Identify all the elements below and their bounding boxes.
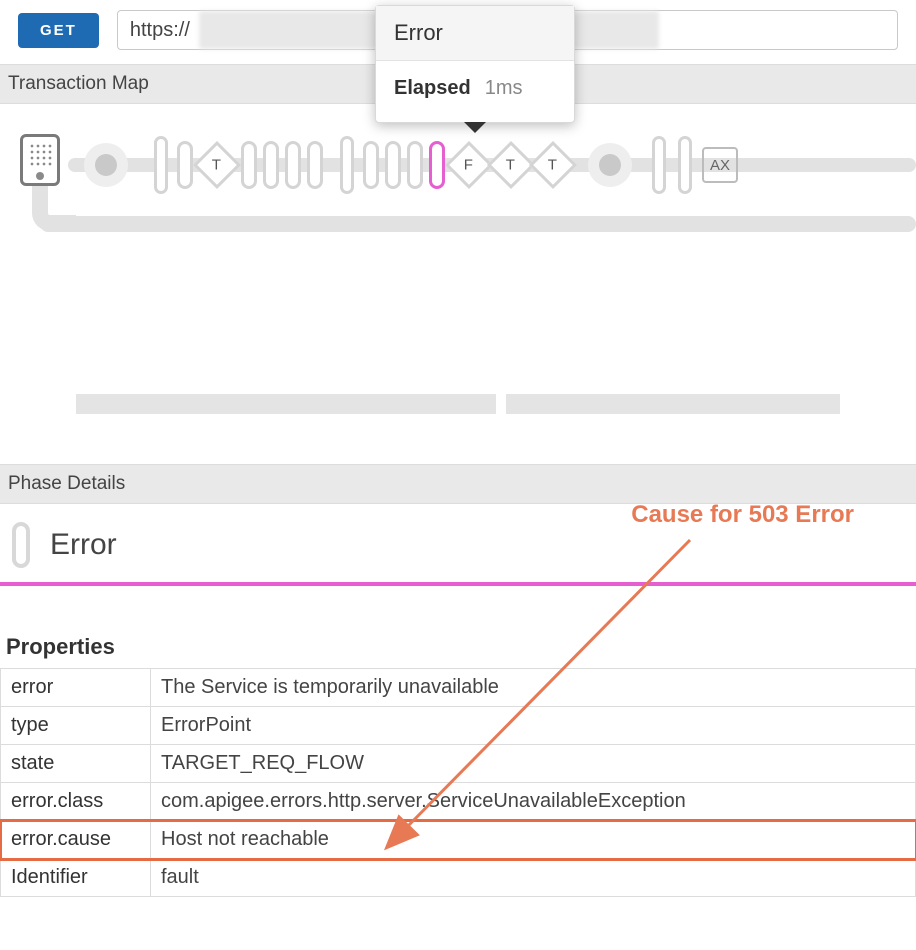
timeline-segment[interactable] [76, 394, 496, 414]
property-key: state [1, 745, 151, 783]
tooltip-title: Error [376, 6, 574, 61]
map-step-pill-selected[interactable] [429, 141, 445, 189]
map-step-diamond[interactable]: T [193, 141, 241, 189]
map-track-lower [40, 216, 916, 232]
client-device-icon [20, 134, 60, 186]
step-tooltip: Error Elapsed 1ms [375, 5, 575, 123]
map-step-square[interactable]: AX [702, 147, 738, 183]
tooltip-elapsed-value: 1ms [485, 77, 523, 100]
property-value: com.apigee.errors.http.server.ServiceUna… [151, 783, 916, 821]
property-key: type [1, 707, 151, 745]
timeline-segment[interactable] [506, 394, 840, 414]
property-key: Identifier [1, 859, 151, 897]
properties-heading: Properties [0, 586, 916, 668]
http-method-badge[interactable]: GET [18, 13, 99, 48]
properties-row: stateTARGET_REQ_FLOW [1, 745, 916, 783]
property-value: The Service is temporarily unavailable [151, 669, 916, 707]
map-step-pill[interactable] [385, 141, 401, 189]
properties-row: typeErrorPoint [1, 707, 916, 745]
properties-row: errorThe Service is temporarily unavaila… [1, 669, 916, 707]
properties-row: error.causeHost not reachable [1, 821, 916, 859]
tooltip-elapsed-label: Elapsed [394, 77, 471, 100]
map-step-pill[interactable] [340, 136, 354, 194]
property-value: TARGET_REQ_FLOW [151, 745, 916, 783]
property-value: Host not reachable [151, 821, 916, 859]
map-step-diamond[interactable]: T [487, 141, 535, 189]
phase-details-header: Phase Details [0, 464, 916, 504]
map-steps-row: T F T T AX [80, 140, 906, 190]
annotation-label: Cause for 503 Error [631, 501, 854, 529]
properties-table: errorThe Service is temporarily unavaila… [0, 668, 916, 897]
phase-title: Error [50, 528, 117, 562]
properties-row: Identifierfault [1, 859, 916, 897]
transaction-map: T F T T AX [0, 104, 916, 354]
property-value: ErrorPoint [151, 707, 916, 745]
map-step-diamond[interactable]: F [445, 141, 493, 189]
phase-pill-icon [12, 522, 30, 568]
map-step-pill[interactable] [363, 141, 379, 189]
phase-details-body: Error Cause for 503 Error Properties err… [0, 504, 916, 897]
property-value: fault [151, 859, 916, 897]
tooltip-caret-icon [464, 122, 486, 133]
map-step-pill[interactable] [285, 141, 301, 189]
map-step-pill[interactable] [263, 141, 279, 189]
map-endpoint-dot[interactable] [588, 143, 632, 187]
phase-heading-row: Error Cause for 503 Error [0, 504, 916, 586]
map-step-pill[interactable] [154, 136, 168, 194]
map-step-pill[interactable] [407, 141, 423, 189]
map-step-pill[interactable] [177, 141, 193, 189]
property-key: error [1, 669, 151, 707]
property-key: error.cause [1, 821, 151, 859]
properties-row: error.classcom.apigee.errors.http.server… [1, 783, 916, 821]
map-step-diamond[interactable]: T [529, 141, 577, 189]
map-endpoint-dot[interactable] [84, 143, 128, 187]
map-step-pill[interactable] [652, 136, 666, 194]
tooltip-body: Elapsed 1ms [376, 61, 574, 122]
map-step-pill[interactable] [307, 141, 323, 189]
map-step-pill[interactable] [678, 136, 692, 194]
timeline-strip [76, 394, 840, 414]
property-key: error.class [1, 783, 151, 821]
map-step-pill[interactable] [241, 141, 257, 189]
